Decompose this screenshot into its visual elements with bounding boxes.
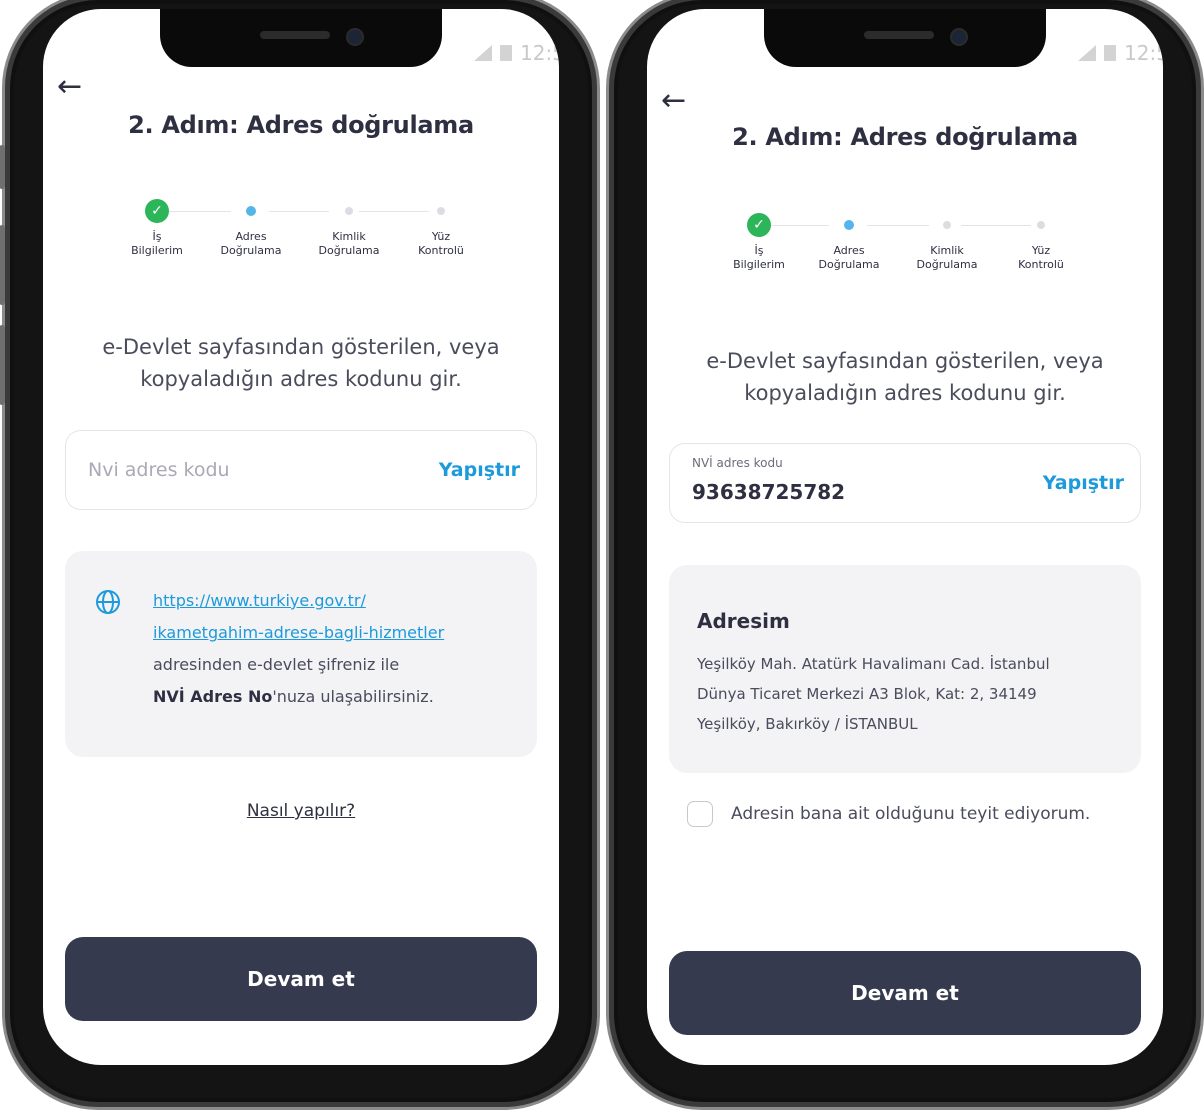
info-box: https://www.turkiye.gov.tr/ ikametgahim-… [65, 551, 537, 757]
step-kimlik-dogrulama: Kimlik Doğrulama [899, 221, 995, 272]
continue-button[interactable]: Devam et [669, 951, 1141, 1035]
notch [764, 9, 1046, 67]
step-dot [943, 221, 951, 229]
status-time: 12:5 [520, 41, 559, 65]
speaker [864, 31, 934, 39]
step-label: İş [754, 244, 764, 257]
step-label: Bilgilerim [733, 258, 785, 271]
input-placeholder: Nvi adres kodu [88, 459, 230, 481]
confirm-checkbox[interactable] [687, 801, 713, 827]
signal-icon [1078, 45, 1097, 61]
screen-left: 12:5 ← 2. Adım: Adres doğrulama ✓ İş Bil… [43, 9, 559, 1065]
instruction-text: e-Devlet sayfasından gösterilen, veya ko… [667, 345, 1143, 409]
paste-button[interactable]: Yapıştır [439, 459, 520, 481]
continue-button-label: Devam et [851, 981, 959, 1005]
instruction-line: e-Devlet sayfasından gösterilen, veya [706, 349, 1104, 373]
address-title: Adresim [697, 609, 790, 633]
volume-up-button [0, 225, 5, 305]
step-dot-active [844, 220, 854, 230]
input-value: 93638725782 [692, 480, 846, 504]
step-is-bilgilerim: ✓ İş Bilgilerim [109, 199, 205, 258]
step-label: Kontrolü [418, 244, 464, 257]
battery-icon [1104, 45, 1117, 61]
paste-button[interactable]: Yapıştır [1043, 472, 1124, 494]
instruction-line: kopyaladığın adres kodunu gir. [744, 381, 1066, 405]
step-dot [345, 207, 353, 215]
address-line: Yeşilköy Mah. Atatürk Havalimanı Cad. İs… [697, 655, 1050, 673]
step-label: Doğrulama [916, 258, 978, 271]
volume-down-button [0, 325, 5, 405]
back-arrow-icon[interactable]: ← [57, 69, 82, 104]
step-label: Adres [235, 230, 267, 243]
notch [160, 9, 442, 67]
address-line: Yeşilköy, Bakırköy / İSTANBUL [697, 715, 918, 733]
nvi-adres-no: NVİ Adres No [153, 687, 273, 706]
status-bar: 12:5 [474, 41, 559, 65]
progress-stepper: ✓ İş Bilgilerim Adres Doğrulama Kimlik D… [647, 213, 1163, 293]
instruction-text: e-Devlet sayfasından gösterilen, veya ko… [63, 331, 539, 395]
info-line: 'nuza ulaşabilirsiniz. [272, 687, 434, 706]
turkiye-gov-link[interactable]: https://www.turkiye.gov.tr/ [153, 591, 366, 610]
phone-frame-right: 12:5 ← 2. Adım: Adres doğrulama ✓ İş Bil… [606, 0, 1204, 1110]
nvi-code-input[interactable]: Nvi adres kodu Yapıştır [65, 430, 537, 510]
step-label: Kontrolü [1018, 258, 1064, 271]
step-adres-dogrulama: Adres Doğrulama [203, 206, 299, 258]
how-to-link[interactable]: Nasıl yapılır? [247, 801, 355, 821]
step-label: Kimlik [332, 230, 366, 243]
status-bar: 12:5 [1078, 41, 1163, 65]
page-title: 2. Adım: Adres doğrulama [128, 111, 474, 139]
check-icon: ✓ [145, 199, 169, 223]
step-dot [437, 207, 445, 215]
nvi-code-input[interactable]: NVİ adres kodu 93638725782 Yapıştır [669, 443, 1141, 523]
battery-icon [500, 45, 513, 61]
step-is-bilgilerim: ✓ İş Bilgilerim [711, 213, 807, 272]
step-adres-dogrulama: Adres Doğrulama [801, 220, 897, 272]
turkiye-gov-link[interactable]: ikametgahim-adrese-bagli-hizmetler [153, 623, 444, 642]
step-label: Yüz [431, 230, 451, 243]
page-title: 2. Adım: Adres doğrulama [732, 123, 1078, 151]
step-yuz-kontrolu: Yüz Kontrolü [993, 221, 1089, 272]
step-dot-active [246, 206, 256, 216]
step-label: Adres [833, 244, 865, 257]
speaker [260, 31, 330, 39]
step-label: Doğrulama [318, 244, 380, 257]
globe-icon [96, 590, 120, 614]
front-camera [346, 28, 364, 46]
instruction-line: kopyaladığın adres kodunu gir. [140, 367, 462, 391]
phone-frame-left: 12:5 ← 2. Adım: Adres doğrulama ✓ İş Bil… [0, 0, 600, 1110]
step-dot [1037, 221, 1045, 229]
screen-right: 12:5 ← 2. Adım: Adres doğrulama ✓ İş Bil… [647, 9, 1163, 1065]
continue-button-label: Devam et [247, 967, 355, 991]
step-label: Doğrulama [818, 258, 880, 271]
info-line: adresinden e-devlet şifreniz ile [153, 655, 400, 674]
step-label: Bilgilerim [131, 244, 183, 257]
step-yuz-kontrolu: Yüz Kontrolü [393, 207, 489, 258]
mute-switch [0, 145, 5, 189]
input-label: NVİ adres kodu [692, 456, 783, 470]
address-card: Adresim Yeşilköy Mah. Atatürk Havalimanı… [669, 565, 1141, 773]
signal-icon [474, 45, 493, 61]
step-label: Kimlik [930, 244, 964, 257]
step-label: Doğrulama [220, 244, 282, 257]
front-camera [950, 28, 968, 46]
instruction-line: e-Devlet sayfasından gösterilen, veya [102, 335, 500, 359]
confirm-label[interactable]: Adresin bana ait olduğunu teyit ediyorum… [731, 804, 1090, 824]
address-line: Dünya Ticaret Merkezi A3 Blok, Kat: 2, 3… [697, 685, 1037, 703]
back-arrow-icon[interactable]: ← [661, 83, 686, 118]
step-label: Yüz [1031, 244, 1051, 257]
continue-button[interactable]: Devam et [65, 937, 537, 1021]
step-kimlik-dogrulama: Kimlik Doğrulama [301, 207, 397, 258]
info-text: https://www.turkiye.gov.tr/ ikametgahim-… [153, 585, 444, 713]
progress-stepper: ✓ İş Bilgilerim Adres Doğrulama Kimlik D… [43, 199, 559, 279]
step-label: İş [152, 230, 162, 243]
status-time: 12:5 [1124, 41, 1163, 65]
check-icon: ✓ [747, 213, 771, 237]
